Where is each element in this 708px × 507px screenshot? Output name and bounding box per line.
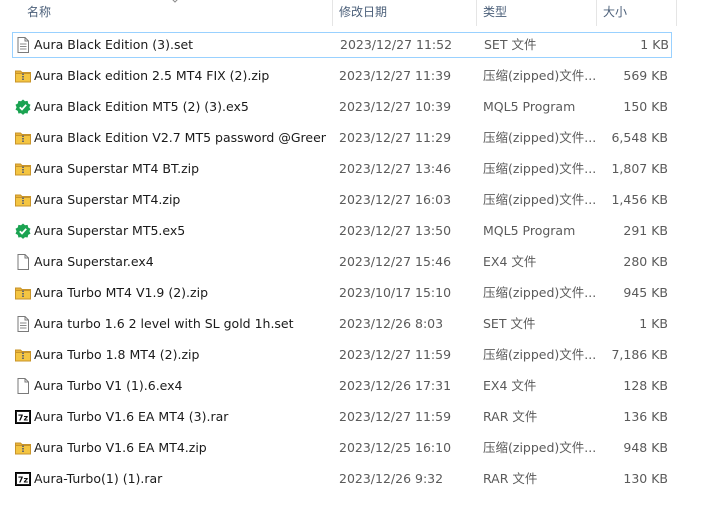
- file-date-modified: 2023/12/27 10:39: [339, 99, 452, 114]
- file-size: 1 KB: [640, 37, 669, 52]
- file-size: 128 KB: [623, 378, 668, 393]
- file-row[interactable]: Aura Black Edition MT5 (2) (3).ex5 2023/1…: [12, 94, 672, 120]
- file-type: RAR 文件: [483, 471, 538, 486]
- file-size: 1 KB: [639, 316, 668, 331]
- file-row[interactable]: Aura turbo 1.6 2 level with SL gold 1h.s…: [12, 311, 672, 337]
- file-type: 压缩(zipped)文件...: [483, 347, 597, 362]
- file-name: Aura Black Edition V2.7 MT5 password @Gr…: [34, 130, 326, 145]
- file-name: Aura Turbo 1.8 MT4 (2).zip: [34, 347, 200, 362]
- file-size: 291 KB: [623, 223, 668, 238]
- file-name: Aura Black Edition (3).set: [34, 37, 194, 52]
- file-name: Aura Superstar MT4.zip: [34, 192, 181, 207]
- file-row[interactable]: Aura Black edition 2.5 MT4 FIX (2).zip 20…: [12, 63, 672, 89]
- column-divider[interactable]: [676, 0, 677, 26]
- file-date-modified: 2023/12/26 8:03: [339, 316, 444, 331]
- mql5-program-icon: [15, 99, 31, 115]
- file-date-modified: 2023/12/25 16:10: [339, 440, 452, 455]
- blank-file-icon: [15, 254, 31, 270]
- file-date-modified: 2023/12/27 13:46: [339, 161, 452, 176]
- text-file-icon: [15, 316, 31, 332]
- file-size: 945 KB: [623, 285, 668, 300]
- zip-folder-icon: [15, 161, 31, 177]
- file-type: 压缩(zipped)文件...: [483, 161, 597, 176]
- file-date-modified: 2023/12/27 16:03: [339, 192, 452, 207]
- file-name: Aura Black Edition MT5 (2) (3).ex5: [34, 99, 249, 114]
- file-row[interactable]: 7z Aura Turbo V1.6 EA MT4 (3).rar 2023/12/…: [12, 404, 672, 430]
- file-row[interactable]: Aura Turbo MT4 V1.9 (2).zip 2023/10/17 15…: [12, 280, 672, 306]
- file-type: 压缩(zipped)文件...: [483, 440, 597, 455]
- file-type: 压缩(zipped)文件...: [483, 68, 597, 83]
- file-type: 压缩(zipped)文件...: [483, 192, 597, 207]
- file-date-modified: 2023/12/27 11:59: [339, 409, 452, 424]
- rar-7z-icon: 7z: [15, 471, 31, 487]
- file-type: 压缩(zipped)文件...: [483, 130, 597, 145]
- file-size: 150 KB: [623, 99, 668, 114]
- file-date-modified: 2023/12/27 11:29: [339, 130, 452, 145]
- file-type: 压缩(zipped)文件...: [483, 285, 597, 300]
- file-name: Aura Superstar.ex4: [34, 254, 154, 269]
- column-header-date-modified[interactable]: 修改日期: [332, 0, 476, 26]
- rar-icon-text: 7z: [18, 413, 29, 422]
- file-type: EX4 文件: [483, 254, 537, 269]
- zip-folder-icon: [15, 130, 31, 146]
- file-date-modified: 2023/12/26 17:31: [339, 378, 452, 393]
- file-type: MQL5 Program: [483, 223, 576, 238]
- zip-folder-icon: [15, 440, 31, 456]
- file-size: 1,807 KB: [611, 161, 668, 176]
- rar-icon-text: 7z: [18, 475, 29, 484]
- file-name: Aura Superstar MT5.ex5: [34, 223, 186, 238]
- zip-folder-icon: [15, 285, 31, 301]
- file-size: 136 KB: [623, 409, 668, 424]
- file-name: Aura Black edition 2.5 MT4 FIX (2).zip: [34, 68, 270, 83]
- file-row[interactable]: Aura Turbo V1.6 EA MT4.zip 2023/12/25 16:…: [12, 435, 672, 461]
- file-type: RAR 文件: [483, 409, 538, 424]
- file-size: 569 KB: [623, 68, 668, 83]
- file-name: Aura turbo 1.6 2 level with SL gold 1h.s…: [34, 316, 294, 331]
- file-size: 948 KB: [623, 440, 668, 455]
- file-name: Aura Turbo V1.6 EA MT4 (3).rar: [34, 409, 229, 424]
- file-row[interactable]: Aura Black Edition V2.7 MT5 password @Gr…: [12, 125, 672, 151]
- file-date-modified: 2023/12/27 11:59: [339, 347, 452, 362]
- file-row[interactable]: Aura Superstar MT4 BT.zip 2023/12/27 13:4…: [12, 156, 672, 182]
- file-row[interactable]: Aura Black Edition (3).set 2023/12/27 11:…: [12, 32, 672, 58]
- file-type: MQL5 Program: [483, 99, 576, 114]
- file-type: SET 文件: [483, 316, 536, 331]
- file-date-modified: 2023/12/27 13:50: [339, 223, 452, 238]
- file-row[interactable]: Aura Superstar MT5.ex5 2023/12/27 13:50 MQ…: [12, 218, 672, 244]
- file-name: Aura-Turbo(1) (1).rar: [34, 471, 163, 486]
- file-date-modified: 2023/12/27 15:46: [339, 254, 452, 269]
- file-type: SET 文件: [484, 37, 537, 52]
- file-row[interactable]: Aura Superstar.ex4 2023/12/27 15:46 EX4 文件…: [12, 249, 672, 275]
- file-size: 1,456 KB: [611, 192, 668, 207]
- rar-7z-icon: 7z: [15, 409, 31, 425]
- column-header-size[interactable]: 大小: [596, 0, 676, 26]
- zip-folder-icon: [15, 347, 31, 363]
- zip-folder-icon: [15, 192, 31, 208]
- column-header-bar: 名称 修改日期 类型 大小: [0, 0, 708, 26]
- file-row[interactable]: Aura Superstar MT4.zip 2023/12/27 16:03 压缩…: [12, 187, 672, 213]
- column-header-name[interactable]: 名称: [20, 0, 332, 26]
- file-row[interactable]: 7z Aura-Turbo(1) (1).rar 2023/12/26 9:32 RA…: [12, 466, 672, 492]
- zip-folder-icon: [15, 68, 31, 84]
- file-row[interactable]: Aura Turbo 1.8 MT4 (2).zip 2023/12/27 11:…: [12, 342, 672, 368]
- column-header-type[interactable]: 类型: [476, 0, 596, 26]
- file-name: Aura Turbo V1.6 EA MT4.zip: [34, 440, 207, 455]
- file-name: Aura Turbo V1 (1).6.ex4: [34, 378, 183, 393]
- file-size: 6,548 KB: [611, 130, 668, 145]
- file-name: Aura Superstar MT4 BT.zip: [34, 161, 200, 176]
- file-size: 280 KB: [623, 254, 668, 269]
- file-type: EX4 文件: [483, 378, 537, 393]
- file-size: 7,186 KB: [611, 347, 668, 362]
- text-file-icon: [15, 37, 31, 53]
- file-size: 130 KB: [623, 471, 668, 486]
- blank-file-icon: [15, 378, 31, 394]
- file-date-modified: 2023/12/27 11:39: [339, 68, 452, 83]
- file-date-modified: 2023/12/27 11:52: [340, 37, 453, 52]
- file-date-modified: 2023/12/26 9:32: [339, 471, 444, 486]
- file-date-modified: 2023/10/17 15:10: [339, 285, 452, 300]
- file-row[interactable]: Aura Turbo V1 (1).6.ex4 2023/12/26 17:31 E…: [12, 373, 672, 399]
- mql5-program-icon: [15, 223, 31, 239]
- file-name: Aura Turbo MT4 V1.9 (2).zip: [34, 285, 208, 300]
